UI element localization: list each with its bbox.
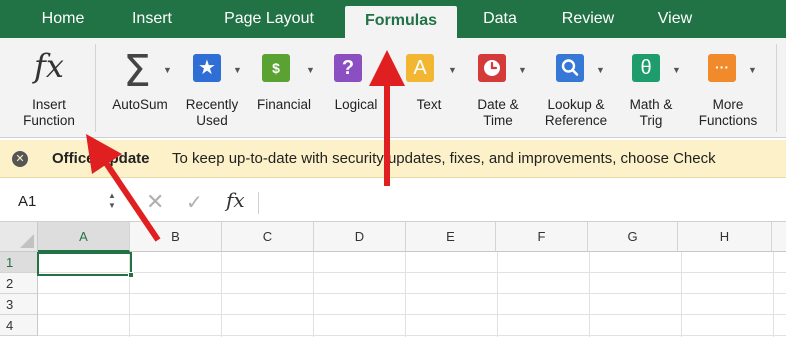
chevron-down-icon[interactable]: ▼ <box>163 65 172 75</box>
select-all-corner[interactable] <box>0 222 38 252</box>
column-header-b[interactable]: B <box>130 222 222 252</box>
tab-insert[interactable]: Insert <box>112 0 192 38</box>
row-header-2[interactable]: 2 <box>0 273 38 294</box>
formula-input[interactable] <box>266 190 782 216</box>
chevron-down-icon[interactable]: ▼ <box>448 65 457 75</box>
tab-page-layout[interactable]: Page Layout <box>206 0 332 38</box>
column-header-g[interactable]: G <box>588 222 678 252</box>
office-update-title: Office Update <box>52 150 150 167</box>
insert-function-label-2: Function <box>23 113 75 128</box>
math-trig-button[interactable]: θ ▼ Math & Trig <box>620 38 682 138</box>
lookup-reference-button[interactable]: ▼ Lookup & Reference <box>536 38 616 138</box>
ribbon-divider <box>776 44 777 132</box>
close-icon[interactable]: ✕ <box>12 151 28 167</box>
column-header-d[interactable]: D <box>314 222 406 252</box>
row-header-4[interactable]: 4 <box>0 315 38 336</box>
sigma-icon: Σ <box>123 46 151 97</box>
insert-function-fx-icon[interactable]: fx <box>226 188 245 212</box>
tab-view[interactable]: View <box>644 0 706 38</box>
question-icon: ? <box>334 54 362 82</box>
tab-review[interactable]: Review <box>547 0 629 38</box>
text-label: Text <box>416 97 442 112</box>
column-header-f[interactable]: F <box>496 222 588 252</box>
text-button[interactable]: A ▼ Text <box>398 38 460 138</box>
chevron-down-icon[interactable]: ▼ <box>748 65 757 75</box>
formula-bar: A1 ▲ ▼ ✕ ✓ fx <box>0 184 786 222</box>
more-functions-label-2: Functions <box>698 113 758 128</box>
star-icon: ★ <box>193 54 221 82</box>
lookup-reference-label-2: Reference <box>544 113 608 128</box>
cancel-icon[interactable]: ✕ <box>146 189 164 215</box>
tab-home[interactable]: Home <box>28 0 98 38</box>
recently-used-button[interactable]: ★ ▼ Recently Used <box>180 38 244 138</box>
date-time-label-2: Time <box>483 113 513 128</box>
column-header-partial[interactable] <box>772 222 786 252</box>
column-header-h[interactable]: H <box>678 222 772 252</box>
financial-button[interactable]: $ ▼ Financial <box>248 38 320 138</box>
tab-formulas[interactable]: Formulas <box>345 6 457 38</box>
column-header-a[interactable]: A <box>38 222 130 252</box>
tab-data[interactable]: Data <box>470 0 530 38</box>
clock-icon <box>478 54 506 82</box>
more-functions-button[interactable]: ··· ▼ More Functions <box>690 38 766 138</box>
date-time-label-1: Date & <box>477 97 519 112</box>
more-dots-icon: ··· <box>708 54 736 82</box>
logical-button[interactable]: ? Logical <box>324 38 388 138</box>
math-trig-label-2: Trig <box>639 113 663 128</box>
formulas-ribbon: fx Insert Function Σ ▼ AutoSum ★ ▼ Recen… <box>0 38 786 138</box>
lookup-reference-label-1: Lookup & <box>547 97 605 112</box>
text-a-icon: A <box>406 54 434 82</box>
recently-used-label-1: Recently <box>185 97 239 112</box>
column-header-c[interactable]: C <box>222 222 314 252</box>
row-header-3[interactable]: 3 <box>0 294 38 315</box>
formula-bar-divider <box>258 192 259 214</box>
recently-used-label-2: Used <box>196 113 228 128</box>
row-header-1[interactable]: 1 <box>0 252 38 273</box>
more-functions-label-1: More <box>712 97 744 112</box>
cell-area[interactable] <box>38 252 786 337</box>
math-trig-label-1: Math & <box>629 97 673 112</box>
active-cell-a1[interactable] <box>37 252 132 276</box>
ribbon-tab-bar: Home Insert Page Layout Formulas Data Re… <box>0 0 786 38</box>
chevron-down-icon[interactable]: ▼ <box>672 65 681 75</box>
check-icon[interactable]: ✓ <box>186 190 203 215</box>
magnifier-icon <box>556 54 584 82</box>
worksheet-grid: A B C D E F G H 1 2 3 4 <box>0 222 786 337</box>
logical-label: Logical <box>334 97 378 112</box>
insert-function-label-1: Insert <box>32 97 66 112</box>
select-all-triangle-icon <box>20 234 34 248</box>
ribbon-divider <box>95 44 96 132</box>
office-update-bar: ✕ Office Update To keep up-to-date with … <box>0 140 786 178</box>
fill-handle[interactable] <box>128 272 134 278</box>
dollar-icon: $ <box>272 60 280 76</box>
date-time-button[interactable]: ▼ Date & Time <box>468 38 528 138</box>
name-box[interactable]: A1 <box>18 193 36 210</box>
office-update-message: To keep up-to-date with security updates… <box>172 150 716 167</box>
name-box-stepper-icon[interactable]: ▲ ▼ <box>107 191 117 211</box>
chevron-down-icon[interactable]: ▼ <box>596 65 605 75</box>
insert-function-button[interactable]: fx Insert Function <box>8 38 90 138</box>
chevron-down-icon[interactable]: ▼ <box>518 65 527 75</box>
financial-label: Financial <box>256 97 312 112</box>
coins-icon: $ <box>262 54 290 82</box>
theta-icon: θ <box>632 54 660 82</box>
autosum-button[interactable]: Σ ▼ AutoSum <box>103 38 177 138</box>
chevron-down-icon[interactable]: ▼ <box>233 65 242 75</box>
column-header-e[interactable]: E <box>406 222 496 252</box>
fx-icon: fx <box>34 47 64 85</box>
autosum-label: AutoSum <box>112 97 168 112</box>
chevron-down-icon[interactable]: ▼ <box>306 65 315 75</box>
